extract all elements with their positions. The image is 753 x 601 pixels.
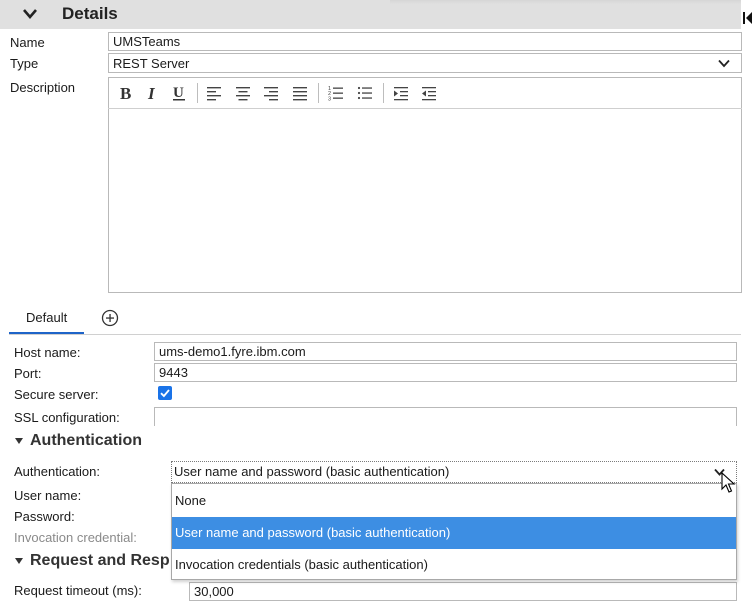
- tab-default-label: Default: [26, 310, 68, 325]
- header-shadow: [390, 0, 741, 4]
- toolbar-separator: [383, 83, 384, 103]
- align-center-icon[interactable]: [234, 84, 252, 102]
- request-response-section-title[interactable]: Request and Resp: [30, 552, 170, 570]
- bulleted-list-icon[interactable]: [356, 84, 374, 102]
- authentication-select[interactable]: User name and password (basic authentica…: [171, 461, 737, 483]
- details-title: Details: [62, 4, 118, 23]
- description-label: Description: [10, 80, 76, 95]
- collapse-panel-icon[interactable]: [743, 10, 753, 26]
- outdent-icon[interactable]: [420, 84, 438, 102]
- chevron-down-icon: [718, 59, 730, 68]
- add-tab-icon[interactable]: [101, 309, 119, 327]
- svg-text:I: I: [147, 84, 156, 102]
- user-name-label: User name:: [14, 488, 82, 503]
- secure-server-label: Secure server:: [14, 387, 99, 402]
- expand-triangle-icon[interactable]: [14, 437, 24, 445]
- description-editor[interactable]: [108, 77, 742, 293]
- svg-text:U: U: [173, 85, 184, 101]
- italic-icon[interactable]: I: [144, 84, 162, 102]
- underline-icon[interactable]: U: [170, 84, 188, 102]
- secure-server-checkbox[interactable]: [158, 386, 172, 400]
- ssl-configuration-label: SSL configuration:: [14, 410, 120, 425]
- mouse-cursor-icon: [721, 472, 736, 493]
- chevron-down-icon[interactable]: [22, 6, 38, 22]
- option-invocation-credentials[interactable]: Invocation credentials (basic authentica…: [172, 549, 736, 581]
- expand-triangle-icon[interactable]: [14, 557, 24, 565]
- type-label: Type: [10, 56, 39, 71]
- editor-toolbar: B I U 123: [108, 77, 742, 109]
- toolbar-separator: [197, 83, 198, 103]
- authentication-options-menu: None User name and password (basic authe…: [171, 483, 737, 580]
- align-left-icon[interactable]: [205, 84, 223, 102]
- tab-divider: [9, 334, 741, 335]
- authentication-value: User name and password (basic authentica…: [174, 464, 450, 479]
- justify-icon[interactable]: [291, 84, 309, 102]
- host-name-label: Host name:: [14, 345, 81, 360]
- name-value: UMSTeams: [113, 34, 181, 49]
- request-timeout-label: Request timeout (ms):: [14, 583, 142, 598]
- host-name-value: ums-demo1.fyre.ibm.com: [159, 344, 306, 359]
- authentication-section-title[interactable]: Authentication: [30, 432, 142, 450]
- option-user-name-and-password[interactable]: User name and password (basic authentica…: [172, 517, 736, 549]
- name-label: Name: [10, 35, 45, 50]
- ssl-configuration-field[interactable]: [154, 407, 737, 426]
- port-value: 9443: [159, 365, 188, 380]
- host-name-field[interactable]: ums-demo1.fyre.ibm.com: [154, 342, 737, 361]
- type-value: REST Server: [113, 56, 190, 71]
- option-none[interactable]: None: [172, 485, 736, 517]
- align-right-icon[interactable]: [262, 84, 280, 102]
- indent-icon[interactable]: [392, 84, 410, 102]
- svg-text:3: 3: [328, 97, 331, 103]
- port-field[interactable]: 9443: [154, 363, 737, 382]
- invocation-credential-label: Invocation credential:: [14, 530, 137, 545]
- bold-icon[interactable]: B: [117, 84, 135, 102]
- toolbar-separator: [318, 83, 319, 103]
- numbered-list-icon[interactable]: 123: [327, 84, 345, 102]
- port-label: Port:: [14, 366, 42, 381]
- type-select[interactable]: REST Server: [108, 53, 742, 73]
- svg-text:B: B: [120, 84, 131, 102]
- authentication-label: Authentication:: [14, 464, 101, 479]
- name-field[interactable]: UMSTeams: [108, 32, 742, 51]
- password-label: Password:: [14, 509, 75, 524]
